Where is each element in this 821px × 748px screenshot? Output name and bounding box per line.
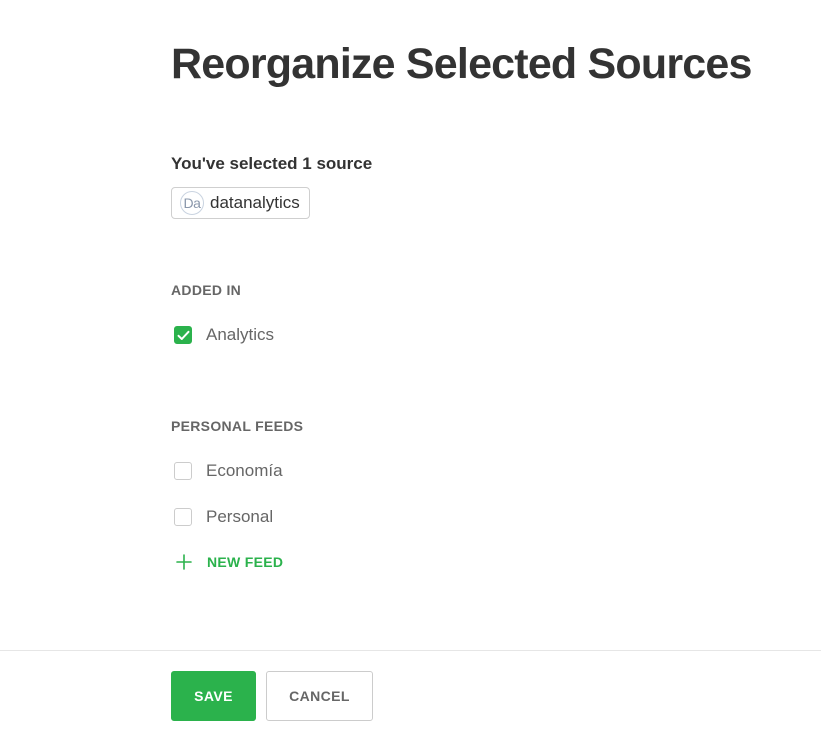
- footer-divider: [0, 650, 821, 651]
- checkbox-personal[interactable]: [174, 508, 192, 526]
- page-title: Reorganize Selected Sources: [171, 40, 752, 88]
- new-feed-button[interactable]: NEW FEED: [176, 554, 283, 570]
- cancel-button[interactable]: CANCEL: [266, 671, 373, 721]
- checkbox-economia[interactable]: [174, 462, 192, 480]
- added-in-label: ADDED IN: [171, 282, 242, 298]
- feed-option-personal[interactable]: Personal: [174, 507, 273, 527]
- source-name: datanalytics: [210, 193, 300, 212]
- new-feed-label: NEW FEED: [207, 554, 284, 570]
- checkbox-analytics[interactable]: [174, 326, 192, 344]
- save-button[interactable]: SAVE: [171, 671, 256, 721]
- source-avatar: Da: [180, 191, 204, 215]
- selection-heading: You've selected 1 source: [171, 154, 373, 173]
- feed-option-analytics[interactable]: Analytics: [174, 325, 274, 345]
- feed-option-label: Personal: [206, 507, 274, 526]
- plus-icon: [176, 554, 192, 570]
- reorganize-sources-page: Reorganize Selected Sources You've selec…: [0, 0, 821, 748]
- feed-option-label: Economía: [206, 461, 283, 480]
- personal-feeds-label: PERSONAL FEEDS: [171, 418, 304, 434]
- feed-option-label: Analytics: [206, 325, 275, 344]
- check-icon: [177, 330, 189, 340]
- feed-option-economia[interactable]: Economía: [174, 461, 283, 481]
- source-chip: Da datanalytics: [171, 187, 310, 219]
